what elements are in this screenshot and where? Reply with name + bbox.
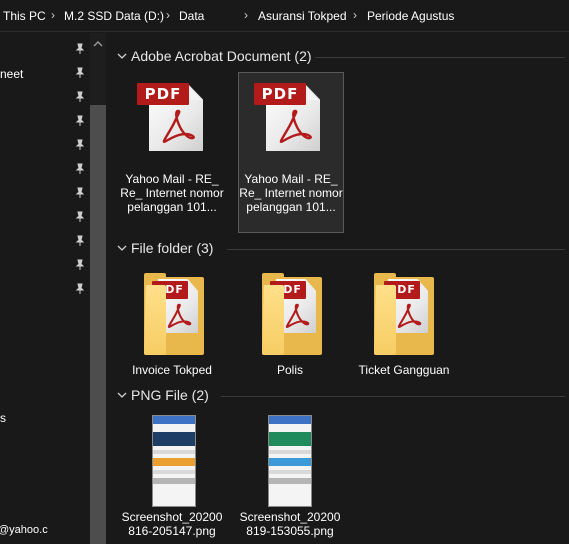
breadcrumb-periode-agustus[interactable]: Periode Agustus	[367, 9, 454, 23]
navigation-pane[interactable]: neet s @yahoo.c	[0, 33, 107, 544]
group-divider	[221, 396, 565, 397]
folder-front-shape	[144, 285, 166, 355]
address-bar[interactable]: This PC › M.2 SSD Data (D:) › Data › Asu…	[0, 0, 569, 32]
group-divider	[227, 249, 565, 250]
pdf-badge: PDF	[137, 83, 189, 105]
png-thumbnail	[152, 415, 196, 507]
breadcrumb-drive[interactable]: M.2 SSD Data (D:)	[64, 9, 164, 23]
nav-account-email[interactable]: @yahoo.c	[0, 524, 48, 536]
acrobat-logo-icon	[397, 303, 422, 328]
acrobat-logo-icon	[162, 109, 195, 143]
folder-name: Polis	[276, 363, 303, 377]
chevron-down-icon[interactable]	[117, 391, 127, 399]
pin-icon	[75, 115, 85, 126]
breadcrumb-data[interactable]: Data	[179, 9, 204, 23]
folder-name: Invoice Tokped	[132, 363, 212, 377]
breadcrumb-asuransi-tokped[interactable]: Asuransi Tokped	[258, 9, 347, 23]
breadcrumb-separator-icon[interactable]: ›	[244, 8, 248, 22]
folder-tab-shape	[262, 273, 284, 279]
scroll-up-arrow-icon[interactable]	[92, 39, 104, 49]
acrobat-logo-icon	[167, 303, 192, 328]
group-header-pdf[interactable]: Adobe Acrobat Document (2)	[115, 47, 565, 67]
pdf-page-fold	[188, 85, 203, 100]
group-title: PNG File (2)	[131, 387, 209, 403]
image-file-item[interactable]: Screenshot_20200819-153055.png	[238, 411, 344, 543]
pdf-badge: PDF	[254, 83, 306, 105]
pin-icon	[75, 139, 85, 150]
nav-scrollbar-thumb[interactable]	[90, 105, 106, 544]
folder-item[interactable]: PDF Invoice Tokped	[120, 265, 226, 381]
pin-icon	[75, 211, 85, 222]
breadcrumb-this-pc[interactable]: This PC	[3, 9, 46, 23]
pin-icon	[75, 259, 85, 270]
nav-item-fragment[interactable]: neet	[0, 67, 23, 81]
file-name: Screenshot_20200816-205147.png	[121, 510, 223, 538]
pin-icon	[75, 187, 85, 198]
pin-icon	[75, 163, 85, 174]
folder-tab-shape	[144, 273, 166, 279]
pin-icon	[75, 43, 85, 54]
folder-front-shape	[374, 285, 396, 355]
pin-icon	[75, 283, 85, 294]
pin-icon	[75, 67, 85, 78]
group-divider	[315, 57, 565, 58]
file-name: Yahoo Mail - RE_ Re_ Internet nomor pela…	[239, 172, 343, 214]
breadcrumb-separator-icon[interactable]: ›	[51, 8, 55, 22]
acrobat-logo-icon	[279, 109, 312, 143]
folder-item[interactable]: PDF Polis	[238, 265, 344, 381]
pdf-page-fold	[305, 85, 320, 100]
acrobat-logo-icon	[285, 303, 310, 328]
file-name: Yahoo Mail - RE_ Re_ Internet nomor pela…	[120, 172, 224, 214]
pin-icon	[75, 235, 85, 246]
chevron-down-icon[interactable]	[117, 244, 127, 252]
folder-name: Ticket Gangguan	[358, 363, 450, 377]
folder-item[interactable]: PDF Ticket Gangguan	[352, 265, 458, 381]
file-name: Screenshot_20200819-153055.png	[239, 510, 341, 538]
folder-tab-shape	[374, 273, 396, 279]
chevron-down-icon[interactable]	[117, 52, 127, 60]
file-item-pdf-selected[interactable]: PDF Yahoo Mail - RE_ Re_ Internet nomor …	[238, 72, 344, 233]
image-file-item[interactable]: Screenshot_20200816-205147.png	[120, 411, 226, 543]
pin-icon	[75, 91, 85, 102]
group-title: Adobe Acrobat Document (2)	[131, 48, 312, 64]
group-header-folder[interactable]: File folder (3)	[115, 239, 565, 259]
group-title: File folder (3)	[131, 240, 214, 256]
file-list-pane[interactable]: Adobe Acrobat Document (2) PDF Yahoo Mai…	[107, 33, 569, 544]
png-thumbnail	[268, 415, 312, 507]
breadcrumb-separator-icon[interactable]: ›	[353, 8, 357, 22]
group-header-png[interactable]: PNG File (2)	[115, 386, 565, 406]
breadcrumb-separator-icon[interactable]: ›	[166, 8, 170, 22]
folder-front-shape	[262, 285, 284, 355]
nav-item-fragment[interactable]: s	[0, 411, 6, 425]
file-item-pdf[interactable]: PDF Yahoo Mail - RE_ Re_ Internet nomor …	[120, 73, 226, 233]
